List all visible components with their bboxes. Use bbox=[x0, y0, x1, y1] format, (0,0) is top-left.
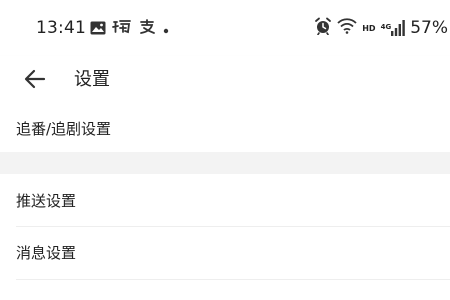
section-gap bbox=[0, 152, 450, 174]
settings-item-label: 追番/追剧设置 bbox=[16, 120, 112, 138]
signal-4g-icon: 4G bbox=[381, 20, 406, 36]
page-title: 设置 bbox=[74, 69, 110, 90]
settings-item-label: 消息设置 bbox=[16, 244, 77, 262]
settings-item-label: 推送设置 bbox=[16, 192, 77, 210]
arrow-left-icon bbox=[24, 69, 46, 93]
status-time: 13:41 bbox=[36, 18, 86, 38]
settings-item-partial[interactable] bbox=[0, 280, 450, 300]
alarm-icon bbox=[314, 17, 332, 39]
back-button[interactable] bbox=[18, 64, 52, 98]
image-icon bbox=[90, 20, 106, 39]
taobao-icon bbox=[112, 19, 132, 39]
dot-icon bbox=[162, 20, 170, 39]
battery-percentage: 57% bbox=[410, 18, 448, 38]
system-icons: HD 4G 57% bbox=[314, 16, 450, 40]
alipay-icon bbox=[138, 19, 156, 39]
settings-item-follow-shows[interactable]: 追番/追剧设置 bbox=[0, 108, 450, 152]
status-bar: 13:41 HD 4G 57% bbox=[0, 0, 450, 56]
app-bar: 设置 bbox=[0, 56, 450, 108]
network-type-label: 4G bbox=[380, 23, 392, 31]
wifi-icon bbox=[337, 18, 357, 38]
hd-icon: HD bbox=[362, 23, 376, 33]
settings-item-push[interactable]: 推送设置 bbox=[0, 174, 450, 226]
notification-icons bbox=[90, 19, 170, 39]
settings-item-messages[interactable]: 消息设置 bbox=[0, 227, 450, 279]
